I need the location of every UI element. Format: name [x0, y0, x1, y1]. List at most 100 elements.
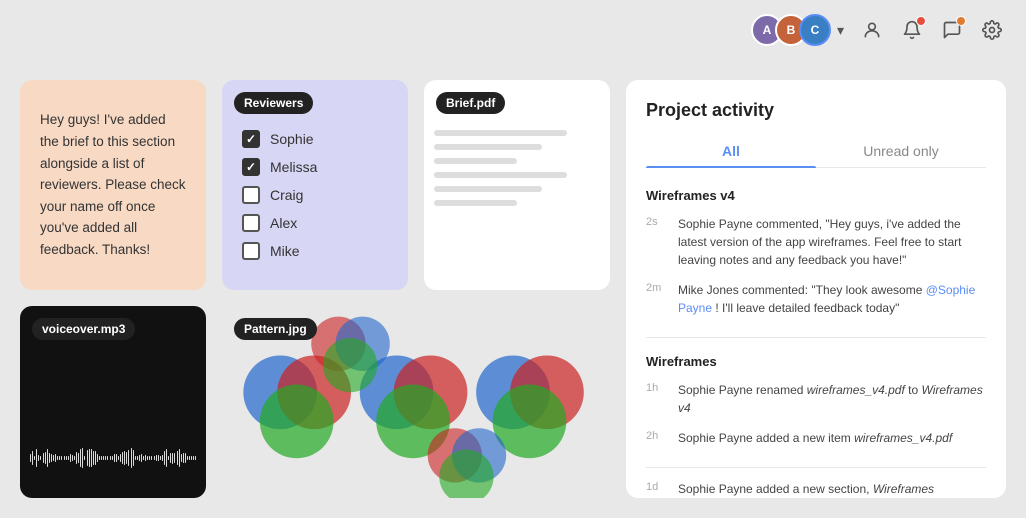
reviewer-list: Sophie Melissa Craig Alex Mike — [242, 130, 388, 260]
activity-time: 1h — [646, 382, 668, 394]
activity-section-title-wireframes: Wireframes — [646, 354, 986, 369]
brief-card: Brief.pdf — [424, 80, 610, 290]
reviewer-item[interactable]: Alex — [242, 214, 388, 232]
waveform-bar — [122, 452, 123, 464]
waveform-bar — [36, 449, 37, 467]
waveform-bar — [32, 451, 33, 464]
note-text: Hey guys! I've added the brief to this s… — [40, 109, 186, 260]
activity-tabs: All Unread only — [646, 135, 986, 168]
note-card: Hey guys! I've added the brief to this s… — [20, 80, 206, 290]
waveform-bar — [74, 456, 75, 460]
reviewer-checkbox-sophie[interactable] — [242, 130, 260, 148]
waveform-bar — [185, 453, 186, 463]
notifications-button[interactable] — [898, 16, 926, 44]
activity-text: Sophie Payne added a new section, Wirefr… — [678, 480, 934, 498]
waveform-bar — [87, 450, 88, 466]
reviewer-item[interactable]: Craig — [242, 186, 388, 204]
waveform-bar — [139, 455, 140, 461]
waveform-bar — [114, 454, 115, 462]
reviewer-name-melissa: Melissa — [270, 159, 317, 175]
waveform-bar — [76, 452, 77, 464]
waveform-bar — [70, 454, 71, 462]
waveform-bar — [80, 449, 81, 467]
waveform-bar — [68, 456, 69, 460]
waveform-bar — [126, 452, 127, 463]
activity-time: 2m — [646, 282, 668, 294]
waveform-bar — [133, 450, 134, 466]
waveform-bar — [187, 456, 188, 460]
waveform-bar — [141, 454, 142, 463]
activity-panel: Project activity All Unread only Wirefra… — [626, 80, 1006, 498]
waveform-bar — [162, 455, 163, 461]
waveform-bar — [154, 456, 155, 460]
waveform-bar — [55, 454, 56, 461]
waveform-bar — [120, 454, 121, 462]
waveform-bar — [156, 455, 157, 460]
waveform-bar — [191, 456, 192, 460]
reviewer-name-sophie: Sophie — [270, 131, 314, 147]
reviewer-name-alex: Alex — [270, 215, 297, 231]
avatar-group: A B C — [751, 14, 831, 46]
waveform-bar — [131, 448, 132, 468]
activity-time: 1d — [646, 481, 668, 493]
tab-unread-only[interactable]: Unread only — [816, 135, 986, 167]
waveform-bar — [181, 454, 182, 463]
avatar-group-expand-button[interactable]: ▾ — [835, 20, 846, 41]
activity-item: 2m Mike Jones commented: "They look awes… — [646, 281, 986, 317]
waveform-bar — [51, 454, 52, 461]
waveform-bar — [38, 455, 39, 461]
activity-text: Sophie Payne commented, "Hey guys, i've … — [678, 215, 986, 269]
pattern-card-label: Pattern.jpg — [234, 318, 317, 340]
waveform-bar — [101, 456, 102, 460]
reviewer-checkbox-melissa[interactable] — [242, 158, 260, 176]
waveform-bar — [112, 456, 113, 460]
reviewer-checkbox-mike[interactable] — [242, 242, 260, 260]
reviewer-checkbox-alex[interactable] — [242, 214, 260, 232]
waveform-bar — [99, 456, 100, 461]
waveform-bar — [91, 449, 92, 468]
waveform-bar — [172, 453, 173, 464]
activity-divider — [646, 467, 986, 468]
settings-button[interactable] — [978, 16, 1006, 44]
reviewer-item[interactable]: Melissa — [242, 158, 388, 176]
italic-filename: wireframes_v4.pdf — [807, 383, 905, 397]
voiceover-card: voiceover.mp3 — [20, 306, 206, 498]
reviewer-item[interactable]: Sophie — [242, 130, 388, 148]
activity-text: Sophie Payne added a new item wireframes… — [678, 429, 952, 447]
activity-panel-title: Project activity — [646, 100, 986, 121]
waveform-bar — [43, 453, 44, 462]
reviewer-checkbox-craig[interactable] — [242, 186, 260, 204]
waveform-bar — [118, 456, 119, 460]
waveform-bar — [147, 456, 148, 460]
waveform-bar — [95, 451, 96, 465]
activity-text: Mike Jones commented: "They look awesome… — [678, 281, 986, 317]
waveform-bar — [149, 456, 150, 460]
activity-time: 2s — [646, 216, 668, 228]
gear-icon — [982, 20, 1002, 40]
user-profile-button[interactable] — [858, 16, 886, 44]
waveform-bar — [164, 451, 165, 465]
waveform-bar — [110, 456, 111, 460]
waveform-bar — [105, 456, 106, 460]
tab-all[interactable]: All — [646, 135, 816, 167]
italic-section: Wireframes — [873, 482, 934, 496]
waveform-bar — [103, 456, 104, 460]
activity-item: 2h Sophie Payne added a new item wirefra… — [646, 429, 986, 447]
waveform-bar — [59, 456, 60, 461]
reviewer-name-craig: Craig — [270, 187, 303, 203]
pdf-line — [434, 158, 517, 164]
user-icon — [862, 20, 882, 40]
chat-button[interactable] — [938, 16, 966, 44]
mention-sophie-payne: @Sophie Payne — [678, 283, 975, 315]
activity-section-title-wireframes-v4: Wireframes v4 — [646, 188, 986, 203]
reviewer-item[interactable]: Mike — [242, 242, 388, 260]
activity-time: 2h — [646, 430, 668, 442]
waveform-bar — [40, 456, 41, 460]
activity-divider — [646, 337, 986, 338]
waveform-bar — [61, 456, 62, 460]
waveform-bar — [145, 455, 146, 460]
waveform-bar — [107, 456, 108, 460]
waveform-bar — [72, 455, 73, 461]
waveform-bar — [179, 449, 180, 467]
waveform-bar — [193, 456, 194, 460]
